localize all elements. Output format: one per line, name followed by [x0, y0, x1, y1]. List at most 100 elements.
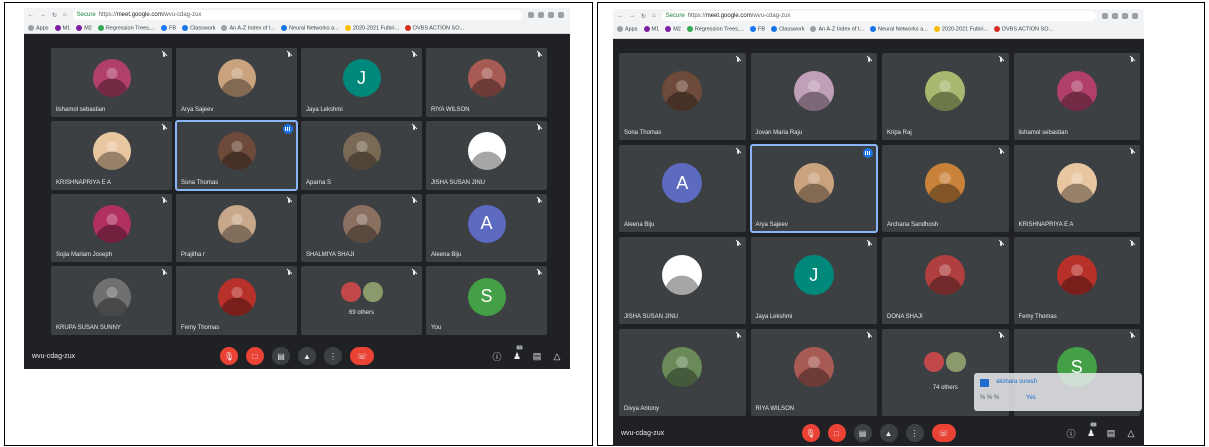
bookmark-item[interactable]: Apps [617, 25, 638, 32]
participant-tile[interactable]: Archana Sandhosh [882, 145, 1009, 232]
bookmark-item[interactable]: An A-Z Index of t... [221, 24, 276, 32]
activities-icon[interactable]: △ [552, 351, 562, 361]
people-icon[interactable]: ♟ 84 [512, 345, 524, 361]
bookmark-item[interactable]: DVBS ACTION SO... [994, 25, 1053, 32]
participant-tile[interactable]: Jovan Maria Raju [750, 53, 877, 140]
bookmark-icon [617, 25, 623, 32]
leave-call-button[interactable]: ☏ [350, 347, 374, 365]
people-icon[interactable]: ♟ 89 [1086, 422, 1098, 438]
extension-icon[interactable] [548, 12, 554, 18]
home-icon[interactable]: ⌂ [63, 12, 67, 18]
participant-tile[interactable]: lishamol sebastian [51, 48, 172, 117]
participant-tile[interactable]: A Aleena Biju [426, 193, 547, 263]
chat-notification[interactable]: akshara suresh % % % Yes [974, 373, 1142, 411]
participant-tile[interactable]: Femy Thomas [176, 266, 297, 335]
address-bar[interactable]: Secure https:// meet.google.com /wvu-cda… [72, 10, 522, 20]
participant-tile[interactable]: RIYA WILSON [750, 329, 877, 416]
captions-button[interactable]: ▤ [272, 347, 290, 365]
bookmark-item[interactable]: M1 [643, 25, 659, 32]
present-button[interactable]: ▲ [298, 347, 316, 365]
bookmark-label: An A-Z Index of t... [229, 25, 276, 32]
participant-name: KRISHNAPRIYA E A [56, 179, 111, 186]
bookmark-item[interactable]: Neural Networks a... [281, 24, 339, 31]
participant-tile[interactable]: Sojia Mariam Joseph [51, 193, 172, 263]
back-icon[interactable]: ← [617, 13, 623, 19]
bookmark-item[interactable]: Classwork [771, 25, 804, 32]
bookmark-icon [643, 25, 650, 32]
bookmark-item[interactable]: Neural Networks a... [870, 25, 928, 32]
bookmark-item[interactable]: Regression Trees,... [97, 24, 155, 31]
chat-icon[interactable]: ▤ [532, 351, 542, 361]
participant-tile[interactable]: SHALMIYA SHAJI [301, 193, 422, 263]
bookmark-item[interactable]: Apps [28, 24, 49, 31]
participant-tile[interactable]: Sona Thomas [619, 53, 746, 140]
participant-tile[interactable]: KRISHNAPRIYA E A [1013, 145, 1140, 232]
participant-tile[interactable]: Aparna S [301, 120, 422, 190]
activities-icon[interactable]: △ [1126, 428, 1136, 438]
bookmark-item[interactable]: FB [161, 24, 176, 31]
participant-tile[interactable]: DONA SHAJI [882, 237, 1009, 324]
participant-tile[interactable]: J Jaya Lekshmi [301, 48, 422, 117]
bookmark-item[interactable]: Classwork [182, 24, 215, 31]
bookmark-item[interactable]: M1 [54, 24, 70, 31]
participant-tile[interactable]: Divya Antony [619, 329, 746, 416]
chat-icon[interactable]: ▤ [1106, 428, 1116, 438]
extension-icons [528, 12, 564, 18]
forward-icon[interactable]: → [40, 12, 46, 18]
participant-name: Sona Thomas [624, 130, 662, 136]
bookmark-item[interactable]: 2020-2021 Fulbri... [344, 24, 399, 31]
participant-tile[interactable]: S You [426, 266, 547, 335]
extension-icon[interactable] [538, 12, 544, 18]
participant-tile[interactable]: Arya Sajeev [749, 144, 878, 233]
bookmark-item[interactable]: M2 [76, 24, 92, 31]
leave-call-button[interactable]: ☏ [931, 424, 956, 442]
participant-tile[interactable]: J Jaya Lekshmi [750, 237, 877, 324]
extension-icon[interactable] [1132, 13, 1138, 19]
participant-tile[interactable]: Sona Thomas [175, 119, 298, 191]
extension-icon[interactable] [1122, 13, 1128, 19]
mic-off-button[interactable]: 🎙 [801, 424, 820, 442]
camera-off-button[interactable]: □ [246, 347, 264, 365]
home-icon[interactable]: ⌂ [652, 13, 656, 19]
bookmark-item[interactable]: An A-Z Index of t... [810, 25, 865, 33]
participant-tile[interactable]: lishamol sebastian [1013, 53, 1140, 140]
reload-icon[interactable]: ↻ [641, 13, 646, 20]
participant-tile[interactable]: JISHA SUSAN JINU [426, 120, 547, 190]
bookmark-item[interactable]: FB [750, 25, 765, 32]
bookmark-icon [933, 25, 940, 32]
extension-icon[interactable] [1102, 13, 1108, 19]
bookmark-label: An A-Z Index of t... [818, 26, 865, 33]
participant-tile[interactable]: KRISHNAPRIYA E A [51, 120, 172, 190]
participant-tile[interactable]: 69 others [301, 266, 422, 335]
info-icon[interactable]: ⓘ [1066, 428, 1076, 439]
profile-photo [467, 132, 506, 170]
mic-off-button[interactable]: 🎙 [220, 347, 238, 365]
chat-icon [980, 379, 989, 387]
participant-tile[interactable]: JISHA SUSAN JINU [619, 237, 746, 324]
bookmark-item[interactable]: 2020-2021 Fulbri... [933, 25, 988, 32]
forward-icon[interactable]: → [629, 13, 635, 19]
participant-tile[interactable]: KRUPA SUSAN SUNNY [51, 266, 172, 335]
present-button[interactable]: ▲ [879, 424, 898, 442]
bookmark-item[interactable]: DVBS ACTION SO... [405, 24, 464, 31]
more-options-button[interactable]: ⋮ [905, 424, 924, 442]
more-options-button[interactable]: ⋮ [324, 347, 342, 365]
extension-icon[interactable] [528, 12, 534, 18]
participant-tile[interactable]: Arya Sajeev [176, 48, 297, 117]
bookmark-item[interactable]: Regression Trees,... [686, 25, 744, 32]
address-bar[interactable]: Secure https:// meet.google.com /wvu-cda… [661, 11, 1096, 21]
participant-tile[interactable]: Kripa Raj [882, 53, 1009, 140]
participant-tile[interactable]: Prajitha r [176, 193, 297, 263]
extension-icon[interactable] [558, 12, 564, 18]
reload-icon[interactable]: ↻ [52, 12, 57, 19]
participant-tile[interactable]: Femy Thomas [1013, 237, 1140, 324]
url-host: meet.google.com [705, 13, 752, 19]
captions-button[interactable]: ▤ [853, 424, 872, 442]
info-icon[interactable]: ⓘ [492, 351, 502, 362]
back-icon[interactable]: ← [28, 12, 34, 18]
participant-tile[interactable]: RIYA WILSON [426, 48, 547, 117]
participant-tile[interactable]: A Aleena Biju [619, 145, 746, 232]
bookmark-item[interactable]: M2 [665, 25, 681, 32]
extension-icon[interactable] [1112, 13, 1118, 19]
camera-off-button[interactable]: □ [827, 424, 846, 442]
